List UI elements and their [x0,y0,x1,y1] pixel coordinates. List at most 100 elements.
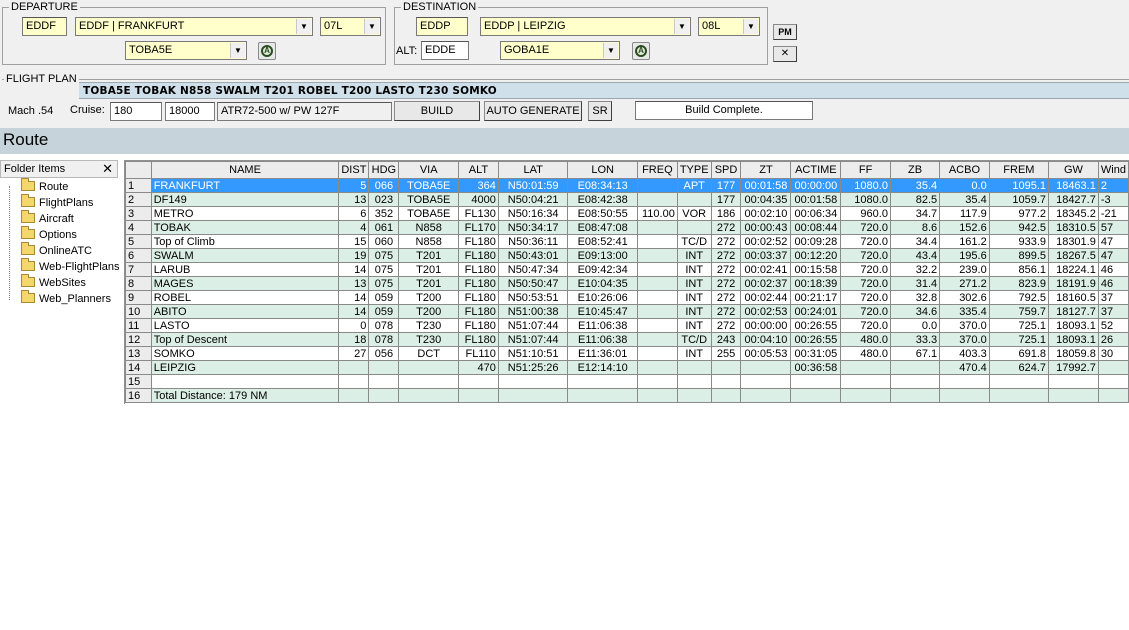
table-cell: E12:14:10 [567,360,638,375]
route-grid[interactable]: NAME DIST HDG VIA ALT LAT LON FREQ TYPE SPD ZT ACTI… [124,160,1129,404]
table-row[interactable]: 4 TOBAK 4 061 N858 FL170 N50:34:17 E08:47:08 272… [125,220,1129,235]
table-cell: FL110 [458,346,499,361]
folder-item-web-planners[interactable]: Web_Planners [21,290,111,309]
table-row[interactable]: 10 ABITO 14 059 T200 FL180 N51:00:38 E10:45:47 I… [125,304,1129,319]
build-button[interactable]: BUILD [394,101,480,121]
column-header[interactable]: FREQ [636,161,678,179]
departure-airport-select[interactable]: EDDF | FRANKFURT ▼ [75,17,313,36]
row-number: 16 [125,388,152,403]
departure-sid-select[interactable]: TOBA5E ▼ [125,41,247,60]
aircraft-field[interactable]: ATR72-500 w/ PW 127F [217,102,392,121]
departure-icao-field[interactable]: EDDF [22,17,67,36]
table-cell: 00:12:20 [790,248,842,263]
table-row[interactable]: 6 SWALM 19 075 T201 FL180 N50:43:01 E09:13:00 IN… [125,248,1129,263]
destination-runway-select[interactable]: 08L ▼ [698,17,760,36]
destination-search-button[interactable]: A [632,42,650,60]
departure-runway-select[interactable]: 07L ▼ [320,17,381,36]
chevron-down-icon[interactable]: ▼ [743,19,758,34]
table-cell: N50:01:59 [497,178,569,193]
row-number: 14 [125,360,152,375]
column-header[interactable]: LAT [497,161,569,179]
chevron-down-icon[interactable]: ▼ [603,43,618,58]
route-string-field[interactable]: TOBA5E TOBAK N858 SWALM T201 ROBEL T200 … [79,82,1129,99]
table-cell: 195.6 [939,248,990,263]
column-header[interactable]: GW [1048,161,1099,179]
destination-star-select[interactable]: GOBA1E ▼ [500,41,620,60]
close-icon[interactable]: ✕ [102,161,113,177]
table-cell: 00:04:35 [740,192,792,207]
column-header[interactable]: FREM [988,161,1050,179]
table-cell: N50:53:51 [497,290,569,305]
table-cell [889,360,941,375]
column-header[interactable]: ACBO [939,161,990,179]
column-header[interactable]: ZT [740,161,792,179]
cruise-altitude-field[interactable]: 18000 [165,102,215,121]
top-panel: DEPARTURE EDDF EDDF | FRANKFURT ▼ 07L ▼ … [0,0,1129,128]
table-cell: INT [676,290,712,305]
column-header[interactable]: VIA [398,161,459,179]
table-cell: 110.00 [636,206,678,221]
column-header[interactable] [125,161,152,179]
table-row[interactable]: 12 Top of Descent 18 078 T230 FL180 N51:07:44 E… [125,332,1129,347]
column-header[interactable]: FF [840,161,891,179]
table-row[interactable]: 8 MAGES 13 075 T201 FL180 N50:50:47 E10:04:35 IN… [125,276,1129,291]
table-cell [458,374,499,389]
table-row[interactable]: 2 DF149 13 023 TOBA5E 4000 N50:04:21 E08:42:38 1… [125,192,1129,207]
column-header[interactable]: HDG [368,161,400,179]
table-row[interactable]: 15 [125,374,1129,389]
close-button[interactable]: ✕ [773,46,797,62]
folder-item-websites[interactable]: WebSites [21,274,86,293]
table-cell: 480.0 [840,332,891,347]
destination-airport-select[interactable]: EDDP | LEIPZIG ▼ [480,17,691,36]
folder-item-options[interactable]: Options [21,226,77,245]
table-row[interactable]: 1 FRANKFURT 5 066 TOBA5E 364 N50:01:59 E08:34:1… [125,178,1129,193]
table-cell: MAGES [150,276,340,291]
table-row[interactable]: 3 METRO 6 352 TOBA5E FL130 N50:16:34 E08:50:55 1… [125,206,1129,221]
table-row[interactable]: 16 Total Distance: 179 NM [125,388,1129,403]
cruise-speed-field[interactable]: 180 [110,102,162,121]
pm-button[interactable]: PM [773,24,797,40]
folder-item-web-flightplans[interactable]: Web-FlightPlans [21,258,120,277]
table-cell: E11:06:38 [567,318,638,333]
table-cell: 00:02:37 [740,276,792,291]
alternate-field[interactable]: EDDE [421,41,469,60]
table-cell: 335.4 [939,304,990,319]
table-cell: 720.0 [840,248,891,263]
departure-search-button[interactable]: A [258,42,276,60]
folder-item-onlineatc[interactable]: OnlineATC [21,242,92,261]
column-header[interactable]: Wind [1097,161,1129,179]
column-header[interactable]: ALT [458,161,499,179]
column-header[interactable]: ACTIME [790,161,842,179]
column-header[interactable]: DIST [338,161,370,179]
table-cell: N858 [398,234,459,249]
table-cell: N50:50:47 [497,276,569,291]
column-header[interactable]: TYPE [676,161,712,179]
sr-button[interactable]: SR [588,101,612,121]
chevron-down-icon[interactable]: ▼ [230,43,245,58]
table-row[interactable]: 14 LEIPZIG 470 N51:25:26 E12:14:10 00:36:58 47… [125,360,1129,375]
table-cell [988,374,1050,389]
table-cell [889,388,941,403]
folder-item-flightplans[interactable]: FlightPlans [21,194,93,213]
destination-icao-field[interactable]: EDDP [416,17,468,36]
table-row[interactable]: 13 SOMKO 27 056 DCT FL110 N51:10:51 E11:36:01 IN… [125,346,1129,361]
chevron-down-icon[interactable]: ▼ [674,19,689,34]
chevron-down-icon[interactable]: ▼ [296,19,311,34]
table-row[interactable]: 7 LARUB 14 075 T201 FL180 N50:47:34 E09:42:34 IN… [125,262,1129,277]
column-header[interactable]: NAME [150,161,340,179]
column-header[interactable]: SPD [710,161,742,179]
table-cell: 272 [710,220,742,235]
route-table: NAME DIST HDG VIA ALT LAT LON FREQ TYPE SPD ZT ACTI… [125,161,1129,403]
column-header[interactable]: ZB [889,161,941,179]
table-row[interactable]: 5 Top of Climb 15 060 N858 FL180 N50:36:11 E08:… [125,234,1129,249]
table-cell: 15 [338,234,370,249]
table-cell [398,388,459,403]
table-row[interactable]: 11 LASTO 0 078 T230 FL180 N51:07:44 E11:06:38 IN… [125,318,1129,333]
table-cell: 82.5 [889,192,941,207]
chevron-down-icon[interactable]: ▼ [364,19,379,34]
column-header[interactable]: LON [567,161,638,179]
table-row[interactable]: 9 ROBEL 14 059 T200 FL180 N50:53:51 E10:26:06 IN… [125,290,1129,305]
table-cell: 725.1 [988,318,1050,333]
auto-generate-button[interactable]: AUTO GENERATE [484,101,582,121]
table-cell: 18224.1 [1048,262,1099,277]
